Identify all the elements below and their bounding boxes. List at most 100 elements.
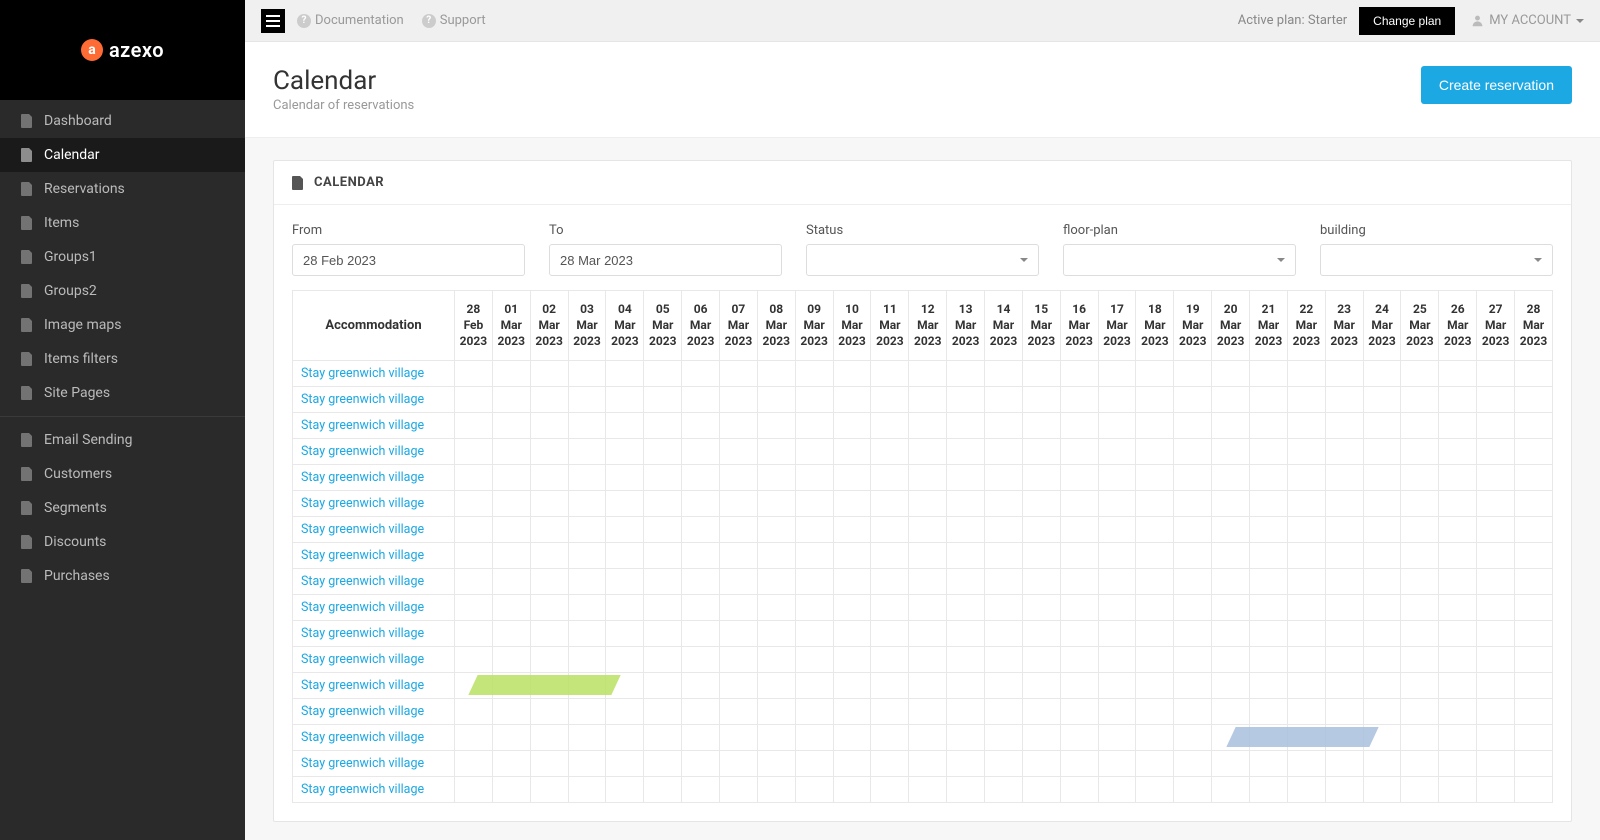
calendar-cell[interactable] bbox=[682, 386, 720, 412]
calendar-cell[interactable] bbox=[833, 412, 871, 438]
calendar-cell[interactable] bbox=[1401, 568, 1439, 594]
calendar-cell[interactable] bbox=[1515, 698, 1553, 724]
calendar-cell[interactable] bbox=[1439, 672, 1477, 698]
calendar-cell[interactable] bbox=[795, 568, 833, 594]
calendar-cell[interactable] bbox=[530, 698, 568, 724]
calendar-cell[interactable] bbox=[644, 594, 682, 620]
calendar-cell[interactable] bbox=[492, 516, 530, 542]
calendar-cell[interactable] bbox=[1060, 542, 1098, 568]
calendar-cell[interactable] bbox=[1212, 568, 1250, 594]
calendar-cell[interactable] bbox=[1439, 464, 1477, 490]
calendar-cell[interactable] bbox=[757, 386, 795, 412]
calendar-cell[interactable] bbox=[795, 516, 833, 542]
calendar-cell[interactable] bbox=[1060, 724, 1098, 750]
sidebar-item-email-sending[interactable]: Email Sending bbox=[0, 423, 245, 457]
calendar-cell[interactable] bbox=[795, 386, 833, 412]
calendar-cell[interactable] bbox=[757, 724, 795, 750]
support-link[interactable]: ? Support bbox=[422, 13, 486, 28]
calendar-cell[interactable] bbox=[871, 620, 909, 646]
calendar-cell[interactable] bbox=[1098, 568, 1136, 594]
calendar-cell[interactable] bbox=[1363, 646, 1401, 672]
calendar-cell[interactable] bbox=[1363, 620, 1401, 646]
accommodation-link[interactable]: Stay greenwich village bbox=[301, 678, 424, 693]
calendar-cell[interactable] bbox=[1060, 464, 1098, 490]
calendar-cell[interactable] bbox=[720, 776, 758, 802]
calendar-cell[interactable] bbox=[568, 360, 606, 386]
calendar-cell[interactable] bbox=[1022, 386, 1060, 412]
calendar-cell[interactable] bbox=[947, 360, 985, 386]
calendar-cell[interactable] bbox=[1363, 698, 1401, 724]
calendar-cell[interactable] bbox=[1401, 698, 1439, 724]
calendar-cell[interactable] bbox=[795, 750, 833, 776]
calendar-cell[interactable] bbox=[1363, 438, 1401, 464]
calendar-cell[interactable] bbox=[1287, 724, 1325, 750]
calendar-cell[interactable] bbox=[757, 516, 795, 542]
calendar-cell[interactable] bbox=[1136, 542, 1174, 568]
calendar-cell[interactable] bbox=[757, 672, 795, 698]
calendar-cell[interactable] bbox=[1250, 386, 1288, 412]
calendar-cell[interactable] bbox=[757, 594, 795, 620]
calendar-cell[interactable] bbox=[644, 776, 682, 802]
calendar-cell[interactable] bbox=[909, 672, 947, 698]
calendar-cell[interactable] bbox=[833, 360, 871, 386]
calendar-cell[interactable] bbox=[644, 646, 682, 672]
calendar-cell[interactable] bbox=[682, 776, 720, 802]
calendar-cell[interactable] bbox=[1325, 542, 1363, 568]
accommodation-link[interactable]: Stay greenwich village bbox=[301, 574, 424, 589]
calendar-cell[interactable] bbox=[720, 724, 758, 750]
calendar-cell[interactable] bbox=[530, 438, 568, 464]
calendar-cell[interactable] bbox=[1287, 464, 1325, 490]
calendar-cell[interactable] bbox=[530, 542, 568, 568]
calendar-cell[interactable] bbox=[1477, 568, 1515, 594]
calendar-cell[interactable] bbox=[947, 516, 985, 542]
calendar-cell[interactable] bbox=[1060, 698, 1098, 724]
calendar-cell[interactable] bbox=[871, 698, 909, 724]
calendar-cell[interactable] bbox=[1250, 412, 1288, 438]
calendar-cell[interactable] bbox=[985, 360, 1023, 386]
calendar-cell[interactable] bbox=[1515, 438, 1553, 464]
calendar-cell[interactable] bbox=[757, 776, 795, 802]
calendar-cell[interactable] bbox=[1136, 750, 1174, 776]
calendar-cell[interactable] bbox=[568, 724, 606, 750]
calendar-cell[interactable] bbox=[1212, 412, 1250, 438]
calendar-cell[interactable] bbox=[1098, 594, 1136, 620]
calendar-cell[interactable] bbox=[909, 568, 947, 594]
calendar-cell[interactable] bbox=[1363, 490, 1401, 516]
calendar-cell[interactable] bbox=[947, 750, 985, 776]
calendar-cell[interactable] bbox=[1439, 542, 1477, 568]
calendar-cell[interactable] bbox=[1022, 412, 1060, 438]
calendar-cell[interactable] bbox=[1250, 594, 1288, 620]
calendar-cell[interactable] bbox=[644, 490, 682, 516]
change-plan-button[interactable]: Change plan bbox=[1359, 7, 1455, 35]
calendar-cell[interactable] bbox=[1325, 438, 1363, 464]
calendar-cell[interactable] bbox=[644, 464, 682, 490]
calendar-cell[interactable] bbox=[606, 386, 644, 412]
calendar-cell[interactable] bbox=[909, 646, 947, 672]
calendar-cell[interactable] bbox=[644, 438, 682, 464]
calendar-cell[interactable] bbox=[757, 360, 795, 386]
calendar-cell[interactable] bbox=[795, 698, 833, 724]
calendar-cell[interactable] bbox=[947, 776, 985, 802]
calendar-cell[interactable] bbox=[1212, 490, 1250, 516]
calendar-cell[interactable] bbox=[1174, 386, 1212, 412]
calendar-cell[interactable] bbox=[985, 542, 1023, 568]
calendar-cell[interactable] bbox=[492, 412, 530, 438]
calendar-cell[interactable] bbox=[606, 516, 644, 542]
calendar-cell[interactable] bbox=[985, 698, 1023, 724]
calendar-cell[interactable] bbox=[1174, 568, 1212, 594]
accommodation-link[interactable]: Stay greenwich village bbox=[301, 548, 424, 563]
calendar-cell[interactable] bbox=[720, 698, 758, 724]
calendar-cell[interactable] bbox=[530, 594, 568, 620]
calendar-cell[interactable] bbox=[985, 516, 1023, 542]
calendar-cell[interactable] bbox=[1098, 516, 1136, 542]
calendar-cell[interactable] bbox=[568, 594, 606, 620]
calendar-cell[interactable] bbox=[1287, 490, 1325, 516]
calendar-cell[interactable] bbox=[1325, 698, 1363, 724]
calendar-cell[interactable] bbox=[455, 464, 493, 490]
calendar-cell[interactable] bbox=[1250, 516, 1288, 542]
calendar-cell[interactable] bbox=[1136, 594, 1174, 620]
calendar-cell[interactable] bbox=[720, 750, 758, 776]
calendar-cell[interactable] bbox=[947, 594, 985, 620]
calendar-cell[interactable] bbox=[1250, 568, 1288, 594]
calendar-cell[interactable] bbox=[871, 594, 909, 620]
